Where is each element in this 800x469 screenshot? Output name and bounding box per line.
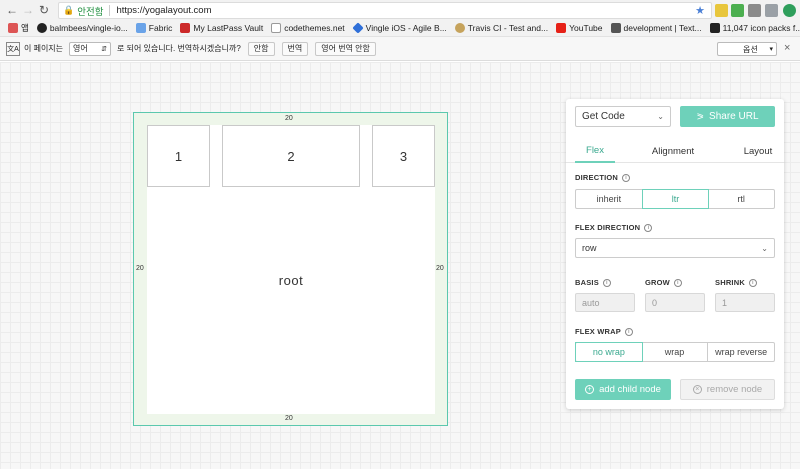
url-text: https://yogalayout.com	[116, 5, 212, 16]
fabric-icon	[135, 23, 146, 33]
chevron-down-icon: ⌄	[657, 112, 664, 121]
shrink-label: SHRINK i	[715, 278, 757, 287]
bookmark-item[interactable]: balmbees/vingle-io...	[36, 23, 128, 33]
share-icon: ⪖	[696, 111, 705, 121]
tab-alignment[interactable]: Alignment	[646, 139, 700, 163]
flex-direction-select[interactable]: row ⌄	[575, 238, 775, 258]
padding-top-value: 20	[285, 115, 293, 122]
divider	[109, 5, 111, 16]
extension-icon[interactable]	[765, 4, 778, 17]
direction-rtl[interactable]: rtl	[708, 190, 774, 208]
github-icon	[36, 23, 47, 33]
flex-wrap-selector: no wrap wrap wrap reverse	[575, 342, 775, 362]
bookmark-item[interactable]: development | Text...	[610, 23, 702, 33]
close-icon: ×	[692, 385, 702, 394]
bookmark-item[interactable]: Fabric	[135, 23, 172, 33]
root-node[interactable]: 20 20 20 20 1 2 3 root	[133, 112, 448, 426]
playground-canvas: 20 20 20 20 1 2 3 root Get Code ⌄ ⪖ Shar…	[0, 62, 800, 469]
bookmark-item[interactable]: 11,047 icon packs f...	[709, 23, 800, 33]
reload-icon[interactable]: ↻	[36, 2, 52, 18]
apps-grid-icon	[8, 23, 18, 33]
wrap-no-wrap[interactable]: no wrap	[575, 342, 643, 362]
padding-left-value: 20	[136, 265, 144, 272]
extension-icon[interactable]	[731, 4, 744, 17]
bookmark-item[interactable]: codethemes.net	[271, 23, 345, 33]
share-url-button[interactable]: ⪖ Share URL	[680, 106, 775, 127]
bookmark-star-icon[interactable]: ★	[695, 4, 705, 17]
info-icon[interactable]: i	[673, 278, 682, 287]
plus-icon: +	[585, 385, 595, 394]
browser-toolbar: ← → ↻ 🔒 안전함 https://yogalayout.com ★	[0, 0, 800, 20]
basis-label: BASIS i	[575, 278, 611, 287]
flex-direction-label: FLEX DIRECTION i	[575, 223, 653, 232]
chevron-down-icon: ⌄	[761, 243, 768, 253]
direction-ltr[interactable]: ltr	[641, 189, 710, 209]
flex-wrap-label: FLEX WRAP i	[575, 327, 633, 336]
never-translate-button[interactable]: 영어 번역 안함	[315, 41, 376, 56]
back-icon[interactable]: ←	[4, 2, 20, 18]
editor-panel: Get Code ⌄ ⪖ Share URL Flex Alignment La…	[566, 99, 784, 409]
shrink-input[interactable]: 1	[715, 293, 775, 312]
info-icon[interactable]: i	[748, 278, 757, 287]
direction-inherit[interactable]: inherit	[576, 190, 643, 208]
folder-icon	[610, 23, 621, 33]
updown-icon: ⇵	[101, 45, 108, 53]
language-select[interactable]: 영어 ⇵	[69, 41, 112, 56]
close-icon[interactable]: ×	[784, 42, 790, 54]
bookmark-item[interactable]: Vingle iOS - Agile B...	[352, 22, 447, 34]
info-icon[interactable]: i	[622, 173, 631, 182]
padding-bottom-value: 20	[285, 415, 293, 422]
chevron-down-icon: ▾	[769, 46, 773, 53]
options-dropdown[interactable]: 옵션 ▾	[717, 42, 777, 56]
info-icon[interactable]: i	[624, 327, 633, 336]
padding-right-value: 20	[436, 265, 444, 272]
get-code-dropdown[interactable]: Get Code ⌄	[575, 106, 671, 127]
bookmark-apps[interactable]: 앱	[8, 22, 29, 34]
bookmarks-bar: 앱 balmbees/vingle-io... Fabric My LastPa…	[0, 20, 800, 37]
no-translate-button[interactable]: 안함	[247, 41, 275, 56]
info-icon[interactable]: i	[602, 278, 611, 287]
lock-icon: 🔒	[63, 5, 75, 15]
add-child-node-button[interactable]: + add child node	[575, 379, 671, 400]
translate-icon: 文A	[6, 41, 20, 56]
direction-label: DIRECTION i	[575, 173, 631, 182]
wrap-wrap[interactable]: wrap	[642, 343, 709, 361]
tab-flex[interactable]: Flex	[575, 139, 615, 163]
grow-input[interactable]: 0	[645, 293, 705, 312]
remove-node-button[interactable]: × remove node	[680, 379, 775, 400]
info-icon[interactable]: i	[644, 223, 653, 232]
extension-icon[interactable]	[748, 4, 761, 17]
bookmark-item[interactable]: My LastPass Vault	[180, 23, 263, 33]
translate-prefix: 이 페이지는	[24, 44, 64, 53]
direction-selector: inherit ltr rtl	[575, 189, 775, 209]
wrap-reverse[interactable]: wrap reverse	[708, 343, 774, 361]
youtube-icon	[556, 23, 567, 33]
tab-layout[interactable]: Layout	[738, 139, 778, 163]
child-node-2[interactable]: 2	[222, 125, 360, 187]
jira-icon	[352, 22, 364, 34]
translate-button[interactable]: 번역	[281, 41, 309, 56]
grow-label: GROW i	[645, 278, 682, 287]
root-content-area: 1 2 3 root	[147, 125, 435, 414]
tab-bar: Flex Alignment Layout	[566, 139, 784, 163]
travis-icon	[454, 23, 465, 33]
child-node-1[interactable]: 1	[147, 125, 210, 187]
root-label: root	[278, 273, 304, 288]
bookmark-item[interactable]: Travis CI - Test and...	[454, 23, 548, 33]
extension-icon[interactable]	[783, 4, 796, 17]
bookmark-item[interactable]: YouTube	[556, 23, 603, 33]
forward-icon[interactable]: →	[20, 2, 36, 18]
icon-pack-icon	[709, 23, 720, 33]
basis-input[interactable]: auto	[575, 293, 635, 312]
child-node-3[interactable]: 3	[372, 125, 435, 187]
address-bar[interactable]: 🔒 안전함 https://yogalayout.com ★	[58, 2, 712, 19]
extension-icon[interactable]	[715, 4, 728, 17]
translate-bar: 文A 이 페이지는 영어 ⇵ 로 되어 있습니다. 번역하시겠습니까? 안함 번…	[0, 37, 800, 61]
page-icon	[271, 23, 282, 33]
translate-suffix: 로 되어 있습니다. 번역하시겠습니까?	[117, 44, 241, 53]
secure-label: 안전함	[77, 6, 104, 18]
lastpass-icon	[180, 23, 191, 33]
